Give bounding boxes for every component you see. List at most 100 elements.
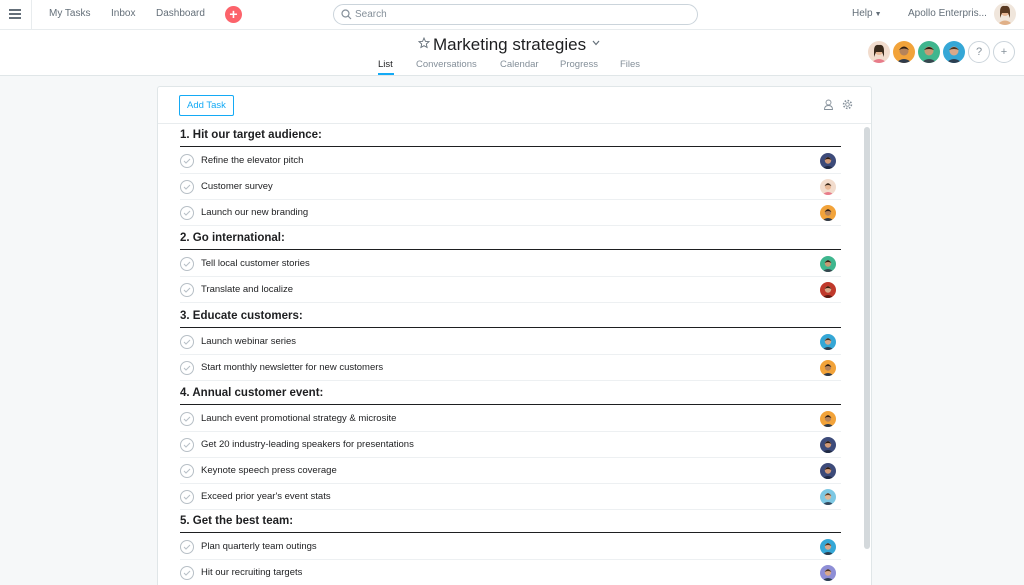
complete-task-checkbox[interactable] (180, 154, 194, 168)
organization-switcher[interactable]: Apollo Enterpris... (908, 8, 987, 19)
task-name[interactable]: Translate and localize (201, 284, 293, 295)
quick-add-button[interactable]: + (225, 6, 242, 23)
section-title: 3. Educate customers: (180, 310, 303, 322)
member-avatar[interactable] (943, 41, 965, 63)
project-title[interactable]: Marketing strategies (433, 35, 586, 55)
star-icon[interactable] (418, 37, 430, 49)
complete-task-checkbox[interactable] (180, 180, 194, 194)
active-tab-indicator (378, 73, 394, 75)
complete-task-checkbox[interactable] (180, 566, 194, 580)
task-row[interactable]: Start monthly newsletter for new custome… (180, 355, 841, 381)
section-header[interactable]: 3. Educate customers: (180, 306, 841, 328)
hamburger-menu-icon[interactable] (9, 9, 21, 19)
assignee-avatar[interactable] (820, 282, 836, 298)
nav-inbox[interactable]: Inbox (111, 8, 135, 19)
assignee-avatar[interactable] (820, 153, 836, 169)
complete-task-checkbox[interactable] (180, 283, 194, 297)
complete-task-checkbox[interactable] (180, 361, 194, 375)
task-name[interactable]: Tell local customer stories (201, 258, 310, 269)
member-avatar[interactable] (868, 41, 890, 63)
add-member-button[interactable]: + (993, 41, 1015, 63)
tab-calendar[interactable]: Calendar (500, 59, 539, 70)
complete-task-checkbox[interactable] (180, 464, 194, 478)
section-header[interactable]: 5. Get the best team: (180, 511, 841, 533)
complete-task-checkbox[interactable] (180, 335, 194, 349)
section-header[interactable]: 2. Go international: (180, 228, 841, 250)
tab-conversations[interactable]: Conversations (416, 59, 477, 70)
task-name[interactable]: Refine the elevator pitch (201, 155, 303, 166)
nav-my-tasks[interactable]: My Tasks (49, 8, 91, 19)
section-header[interactable]: 4. Annual customer event: (180, 383, 841, 405)
task-row[interactable]: Tell local customer stories (180, 251, 841, 277)
checkmark-icon (183, 184, 191, 190)
task-name[interactable]: Exceed prior year's event stats (201, 491, 331, 502)
task-row[interactable]: Hit our recruiting targets (180, 560, 841, 585)
assignee-avatar[interactable] (820, 489, 836, 505)
nav-dashboard[interactable]: Dashboard (156, 8, 205, 19)
complete-task-checkbox[interactable] (180, 490, 194, 504)
scrollbar[interactable] (864, 127, 870, 549)
section-title: 4. Annual customer event: (180, 387, 324, 399)
help-circle-button[interactable]: ? (968, 41, 990, 63)
assignee-avatar[interactable] (820, 334, 836, 350)
task-name[interactable]: Get 20 industry-leading speakers for pre… (201, 439, 414, 450)
chevron-down-icon[interactable] (592, 40, 600, 46)
task-row[interactable]: Launch webinar series (180, 329, 841, 355)
assignee-avatar[interactable] (820, 437, 836, 453)
task-row[interactable]: Refine the elevator pitch (180, 148, 841, 174)
task-row[interactable]: Launch event promotional strategy & micr… (180, 406, 841, 432)
task-name[interactable]: Launch webinar series (201, 336, 296, 347)
task-list: 1. Hit our target audience: Refine the el… (158, 125, 871, 585)
assignee-avatar[interactable] (820, 256, 836, 272)
user-avatar[interactable] (994, 3, 1016, 25)
section-title: 1. Hit our target audience: (180, 129, 322, 141)
task-name[interactable]: Plan quarterly team outings (201, 541, 317, 552)
assignee-avatar[interactable] (820, 463, 836, 479)
tab-progress[interactable]: Progress (560, 59, 598, 70)
help-label: Help (852, 8, 873, 19)
assignee-avatar[interactable] (820, 565, 836, 581)
search-icon (341, 9, 352, 20)
member-avatar[interactable] (918, 41, 940, 63)
member-avatar[interactable] (893, 41, 915, 63)
section-header[interactable]: 1. Hit our target audience: (180, 125, 841, 147)
list-toolbar: Add Task (158, 87, 871, 124)
task-name[interactable]: Hit our recruiting targets (201, 567, 302, 578)
checkmark-icon (183, 494, 191, 500)
task-row[interactable]: Get 20 industry-leading speakers for pre… (180, 432, 841, 458)
task-name[interactable]: Keynote speech press coverage (201, 465, 337, 476)
help-menu[interactable]: Help ▼ (852, 8, 882, 19)
task-row[interactable]: Customer survey (180, 174, 841, 200)
task-name[interactable]: Launch event promotional strategy & micr… (201, 413, 396, 424)
complete-task-checkbox[interactable] (180, 438, 194, 452)
complete-task-checkbox[interactable] (180, 257, 194, 271)
assignee-avatar[interactable] (820, 411, 836, 427)
task-row[interactable]: Launch our new branding (180, 200, 841, 226)
task-name[interactable]: Launch our new branding (201, 207, 308, 218)
task-name[interactable]: Customer survey (201, 181, 273, 192)
complete-task-checkbox[interactable] (180, 206, 194, 220)
checkmark-icon (183, 287, 191, 293)
task-row[interactable]: Exceed prior year's event stats (180, 484, 841, 510)
checkmark-icon (183, 339, 191, 345)
complete-task-checkbox[interactable] (180, 412, 194, 426)
section-title: 2. Go international: (180, 232, 285, 244)
assignee-avatar[interactable] (820, 360, 836, 376)
gear-icon[interactable] (842, 99, 853, 110)
tab-list[interactable]: List (378, 59, 393, 70)
checkmark-icon (183, 442, 191, 448)
assignee-avatar[interactable] (820, 539, 836, 555)
checkmark-icon (183, 570, 191, 576)
assignee-avatar[interactable] (820, 205, 836, 221)
assignee-avatar[interactable] (820, 179, 836, 195)
complete-task-checkbox[interactable] (180, 540, 194, 554)
search-box[interactable] (333, 4, 698, 25)
search-input[interactable] (355, 7, 685, 22)
add-task-button[interactable]: Add Task (179, 95, 234, 116)
task-row[interactable]: Translate and localize (180, 277, 841, 303)
task-row[interactable]: Keynote speech press coverage (180, 458, 841, 484)
task-row[interactable]: Plan quarterly team outings (180, 534, 841, 560)
tab-files[interactable]: Files (620, 59, 640, 70)
task-name[interactable]: Start monthly newsletter for new custome… (201, 362, 383, 373)
person-icon[interactable] (823, 99, 834, 110)
